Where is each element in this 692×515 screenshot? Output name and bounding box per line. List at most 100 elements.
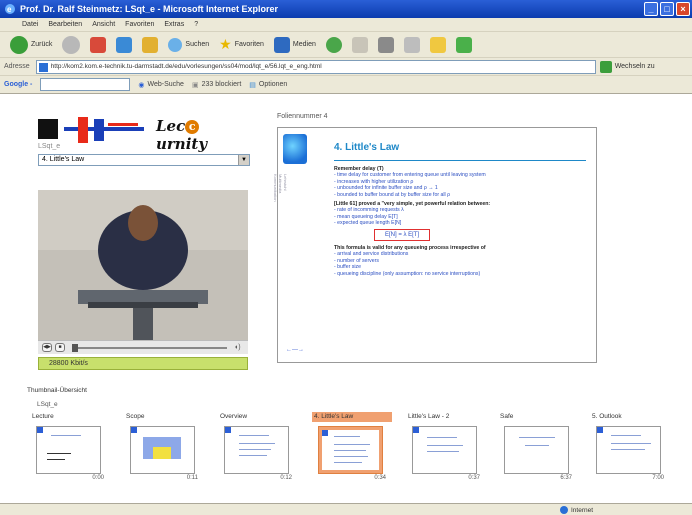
folder-icon[interactable] (429, 36, 446, 53)
chevron-down-icon[interactable]: ▼ (238, 155, 249, 165)
thumbnail-line (611, 449, 645, 450)
thumbnail-line (519, 437, 555, 438)
menu-help[interactable]: ? (194, 21, 198, 28)
bandwidth-bar: 28800 Kbit/s (38, 357, 248, 370)
go-button[interactable]: Wechseln zu (599, 60, 655, 73)
chapter-selected: 4. Little's Law (42, 156, 85, 163)
options-button[interactable]: ▤ Optionen (249, 81, 287, 89)
edit-icon[interactable] (403, 36, 420, 53)
thumbnail-line (611, 435, 641, 436)
thumbnail-image[interactable] (36, 426, 101, 474)
mail-icon[interactable] (351, 36, 368, 53)
thumbnail-item[interactable]: Safe 6:37 (498, 412, 578, 484)
thumbnail-line (334, 456, 368, 457)
thumbnail-time: 0:11 (186, 475, 198, 481)
lecture-video[interactable] (38, 190, 248, 340)
history-icon[interactable] (325, 36, 342, 53)
thumbnail-item[interactable]: 5. Outlook 7:00 (590, 412, 670, 484)
options-label: Optionen (258, 81, 288, 88)
menu-favorites[interactable]: Favoriten (125, 21, 154, 28)
thumbnail-image[interactable] (504, 426, 569, 474)
thumbnail-line (47, 453, 71, 454)
back-arrow-icon (10, 35, 28, 54)
thumbnail-line (427, 437, 457, 438)
course-name: LSqt_e (38, 143, 61, 150)
thumbnail-image[interactable] (224, 426, 289, 474)
stop-icon[interactable] (90, 36, 107, 53)
thumbnail-label: Overview (220, 413, 248, 420)
minimize-button[interactable]: _ (644, 2, 658, 16)
slide-side-text: Lehrstuhl Multimedia Kommunikation (273, 174, 288, 202)
thumbnail-line (611, 443, 651, 444)
thumbnail-item[interactable]: Lecture 0:00 (30, 412, 110, 484)
print-icon[interactable] (377, 36, 394, 53)
thumbnail-line (334, 450, 366, 451)
thumbnail-logo-icon (322, 430, 328, 436)
page-icon (38, 62, 48, 72)
browser-toolbar: Zurück Suchen ★ Favoriten Medien (0, 32, 692, 58)
google-label: Google - (4, 81, 33, 88)
thumbnail-time: 6:37 (560, 475, 572, 481)
thumbnail-item[interactable]: Overview 0:12 (218, 412, 298, 484)
littles-law-formula: E[N] = λ E[T] (374, 228, 431, 242)
search-icon (168, 37, 183, 52)
menu-tools[interactable]: Extras (164, 21, 184, 28)
refresh-icon[interactable] (116, 36, 133, 53)
thumbnail-line (239, 435, 269, 436)
thumbnail-diagram-highlight (153, 447, 171, 459)
video-frame (38, 190, 248, 340)
lecturnity-logo: Lec curnity (38, 115, 248, 153)
options-icon: ▤ (249, 81, 256, 89)
status-bar: Internet (0, 503, 692, 515)
forward-arrow-icon[interactable] (62, 35, 81, 54)
google-search-input[interactable] (40, 78, 131, 91)
google-search-icon: ◉ (138, 81, 145, 89)
thumbnail-image[interactable] (596, 426, 661, 474)
go-label: Wechseln zu (614, 63, 655, 70)
thumbnail-line (239, 455, 267, 456)
chapter-dropdown[interactable]: 4. Little's Law ▼ (38, 154, 250, 166)
web-search-button[interactable]: ◉ Web-Suche (138, 81, 184, 89)
volume-icon[interactable]: ◖) (234, 344, 244, 352)
back-button[interactable]: Zurück (10, 35, 52, 54)
seek-handle[interactable] (72, 343, 78, 352)
thumbnail-label: 4. Little's Law (312, 412, 392, 422)
menu-view[interactable]: Ansicht (92, 21, 115, 28)
menu-edit[interactable]: Bearbeiten (48, 21, 82, 28)
search-button[interactable]: Suchen (168, 37, 209, 52)
thumbnail-label: Safe (500, 413, 514, 420)
menu-file[interactable]: Datei (22, 21, 38, 28)
media-button[interactable]: Medien (273, 36, 316, 53)
thumbnail-item-active[interactable]: 4. Little's Law 0:34 (312, 412, 392, 484)
play-button[interactable]: ◀▶ (42, 343, 52, 352)
thumbnail-line (239, 443, 275, 444)
slide-bullet: - queueing discipline (only assumption: … (334, 270, 481, 277)
thumbnail-image[interactable] (412, 426, 477, 474)
slide-nav-arrow[interactable]: ←—→ (286, 347, 304, 353)
home-icon[interactable] (142, 36, 159, 53)
slide-body: Remember delay (T) - time delay for cust… (334, 166, 589, 277)
thumbnail-label: Little's Law - 2 (408, 413, 450, 420)
thumbnail-time: 0:00 (92, 475, 104, 481)
popup-blocker-button[interactable]: ▣ 233 blockiert (192, 81, 241, 89)
seek-bar[interactable] (72, 343, 227, 352)
close-button[interactable]: × (676, 2, 690, 16)
address-url: http://kom2.kom.e-technik.tu-darmstadt.d… (50, 63, 322, 70)
thumbnail-label: Lecture (32, 413, 54, 420)
svg-text:e: e (7, 5, 12, 14)
thumbnail-item[interactable]: Little's Law - 2 0:37 (406, 412, 486, 484)
messenger-icon[interactable] (455, 36, 472, 53)
stop-button[interactable]: ■ (55, 343, 65, 352)
thumbnail-line (427, 451, 459, 452)
thumbnail-item[interactable]: Scope 0:11 (124, 412, 204, 484)
thumbnail-image[interactable] (318, 426, 383, 474)
globe-icon (560, 506, 568, 514)
favorites-button[interactable]: ★ Favoriten (219, 36, 264, 53)
thumbnail-image[interactable] (130, 426, 195, 474)
address-input[interactable]: http://kom2.kom.e-technik.tu-darmstadt.d… (35, 59, 596, 74)
window-titlebar: e Prof. Dr. Ralf Steinmetz: LSqt_e - Mic… (0, 0, 692, 18)
thumbnail-line (525, 445, 549, 446)
popup-blocker-label: 233 blockiert (201, 81, 242, 88)
maximize-button[interactable]: □ (660, 2, 674, 16)
thumbnail-line (427, 445, 463, 446)
